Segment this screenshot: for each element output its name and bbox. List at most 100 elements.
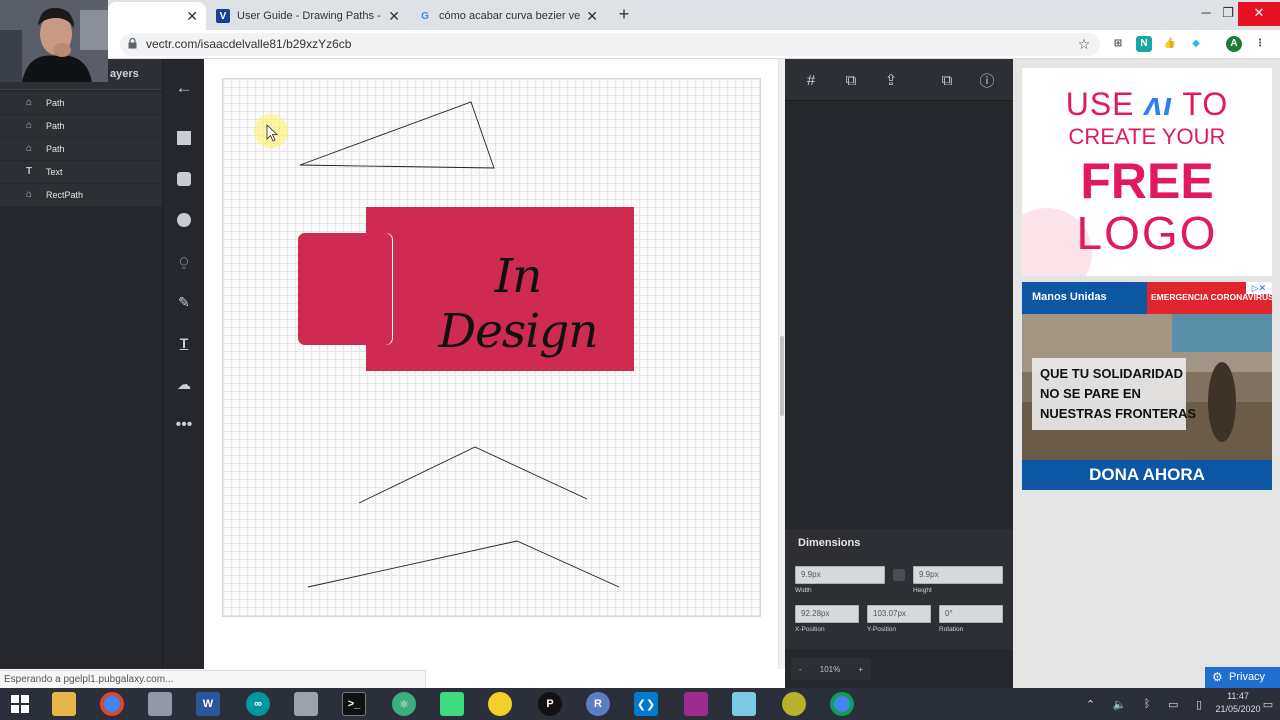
info-icon[interactable]: ⓘ — [974, 67, 1000, 93]
network-icon[interactable]: ▭ — [1168, 698, 1178, 711]
layer-item[interactable]: ⌂ Path — [0, 92, 162, 115]
extension-n-icon[interactable]: N — [1136, 36, 1152, 52]
zoom-out-button[interactable]: - — [799, 665, 802, 674]
close-icon[interactable]: ✕ — [186, 8, 198, 25]
ad-message-box: QUE TU SOLIDARIDAD NO SE PARE EN NUESTRA… — [1032, 358, 1196, 430]
tab-vectr[interactable]: ✕ — [108, 2, 206, 30]
speaker-icon[interactable]: 🔈 — [1113, 698, 1127, 711]
ad-cta-bar[interactable]: DONA AHORA — [1022, 460, 1272, 490]
presentation-app-icon[interactable] — [684, 692, 708, 716]
y-position-field[interactable]: 103.07px — [867, 605, 931, 623]
rotation-label: Rotation — [939, 626, 964, 633]
x-position-field[interactable]: 92.28px — [795, 605, 859, 623]
tools-column: ← ⍜ ✎ T ☁ ••• — [162, 59, 204, 669]
close-icon[interactable]: ✕ — [586, 8, 598, 25]
tab-strip: ✕ V User Guide - Drawing Paths - Ve ✕ G … — [0, 0, 1280, 30]
circle-icon[interactable] — [174, 210, 194, 230]
word-icon[interactable]: W — [196, 692, 220, 716]
processing-icon[interactable]: P — [538, 692, 562, 716]
artboard[interactable]: In Design — [222, 78, 761, 617]
arduino-icon[interactable]: ∞ — [246, 692, 270, 716]
x-position-label: X-Position — [795, 626, 825, 633]
export-icon[interactable]: ⇪ — [878, 67, 904, 93]
text-tool-icon: T — [26, 166, 33, 177]
chevron-up-icon[interactable]: ⌃ — [1086, 698, 1095, 711]
height-label: Height — [913, 587, 932, 594]
menu-kebab-icon[interactable]: ⋮ — [1252, 36, 1268, 52]
url-field[interactable]: vectr.com/isaacdelvalle81/b29xzYz6cb — [120, 33, 1100, 56]
new-tab-button[interactable]: + — [614, 5, 634, 25]
ad-line-1: USE ʌı TO — [1022, 86, 1272, 123]
chrome-active-icon[interactable] — [830, 692, 854, 716]
grid-icon[interactable]: # — [798, 67, 824, 93]
android-studio-icon[interactable] — [440, 692, 464, 716]
layer-item[interactable]: ⌂ RectPath — [0, 184, 162, 207]
lock-ratio-icon[interactable] — [893, 569, 905, 581]
paint-icon[interactable] — [488, 692, 512, 716]
ad-message-line-3: NUESTRAS FRONTERAS — [1040, 406, 1197, 421]
vscode-icon[interactable]: ❮❯ — [634, 692, 658, 716]
back-arrow-icon[interactable]: ← — [174, 78, 194, 98]
rotation-field[interactable]: 0° — [939, 605, 1003, 623]
layer-item[interactable]: ⌂ Path — [0, 138, 162, 161]
path-tool-icon: ⌂ — [26, 143, 33, 154]
ad-line-2: CREATE YOUR — [1068, 124, 1226, 149]
ad-brand: Manos Unidas — [1032, 291, 1107, 303]
extension-diamond-icon[interactable]: ◆ — [1188, 36, 1204, 52]
layer-item[interactable]: ⌂ Path — [0, 115, 162, 138]
y-position-label: Y-Position — [867, 626, 897, 633]
bluetooth-icon[interactable]: ᛒ — [1144, 698, 1151, 710]
notepad-icon[interactable] — [732, 692, 756, 716]
ad-logo-maker[interactable]: USE ʌı TO CREATE YOUR FREE LOGO — [1022, 68, 1272, 276]
close-icon[interactable]: ✕ — [388, 8, 400, 25]
notifications-icon[interactable]: ▭ — [1256, 692, 1280, 716]
extension-thumb-icon[interactable]: 👍 — [1162, 36, 1178, 52]
r-language-icon[interactable]: R — [586, 692, 610, 716]
drawing-stage: In Design — [204, 59, 778, 669]
bookmark-star-icon[interactable]: ☆ — [1076, 36, 1092, 52]
calculator-icon[interactable] — [294, 692, 318, 716]
file-explorer-icon[interactable] — [52, 692, 76, 716]
upload-icon[interactable]: ☁ — [174, 374, 194, 394]
tray-icons[interactable]: ⌃ 🔈 ᛒ ▭ ▯ — [1086, 692, 1202, 716]
more-icon[interactable]: ••• — [174, 415, 194, 435]
chrome-icon[interactable] — [100, 692, 124, 716]
ad-text-use: USE — [1065, 86, 1135, 122]
duplicate-icon[interactable]: ⧉ — [838, 67, 864, 93]
tab-google-search[interactable]: G cómo acabar curva bezier vectr - ✕ — [410, 2, 606, 30]
snipping-tool-icon[interactable] — [148, 692, 172, 716]
profile-avatar[interactable]: A — [1226, 36, 1242, 52]
rounded-square-icon[interactable] — [174, 169, 194, 189]
vertical-scrollbar[interactable] — [778, 59, 785, 669]
text-tool-icon[interactable]: T — [174, 333, 194, 353]
app-globe-icon[interactable] — [782, 692, 806, 716]
privacy-button[interactable]: ⚙ Privacy — [1205, 667, 1280, 688]
scroll-thumb[interactable] — [780, 336, 784, 416]
privacy-label: Privacy — [1229, 671, 1266, 683]
layer-item[interactable]: T Text — [0, 161, 162, 184]
path-tool-icon[interactable]: ⍜ — [174, 251, 194, 271]
ad-line-3: FREE — [1080, 153, 1214, 209]
square-icon[interactable] — [174, 128, 194, 148]
terminal-icon[interactable]: >_ — [342, 692, 366, 716]
zoom-level: 101% — [819, 664, 841, 674]
battery-icon[interactable]: ▯ — [1196, 698, 1202, 711]
adchoices-icon[interactable]: ▷✕ — [1246, 282, 1272, 294]
tab-user-guide[interactable]: V User Guide - Drawing Paths - Ve ✕ — [208, 2, 408, 30]
height-field[interactable]: 9.9px — [913, 566, 1003, 584]
extension-grid-icon[interactable]: ⊞ — [1110, 36, 1126, 52]
copy-icon[interactable]: ⧉ — [934, 67, 960, 93]
zoom-in-button[interactable]: + — [858, 665, 863, 674]
close-window-button[interactable]: ✕ — [1238, 2, 1280, 26]
atom-icon[interactable]: ⚛ — [392, 692, 416, 716]
ad-brand-bar: Manos Unidas — [1022, 282, 1147, 314]
pen-icon[interactable]: ✎ — [174, 292, 194, 312]
width-field[interactable]: 9.9px — [795, 566, 885, 584]
lock-icon — [128, 38, 137, 49]
windows-start-icon[interactable] — [8, 692, 32, 716]
ad-manos-unidas[interactable]: Manos Unidas EMERGENCIA CORONAVIRUS ▷✕ Q… — [1022, 282, 1272, 490]
dimensions-title: Dimensions — [798, 537, 861, 549]
ad-cta: DONA AHORA — [1089, 465, 1205, 484]
logo-text[interactable]: In Design — [418, 249, 618, 359]
webcam-overlay — [0, 0, 108, 82]
